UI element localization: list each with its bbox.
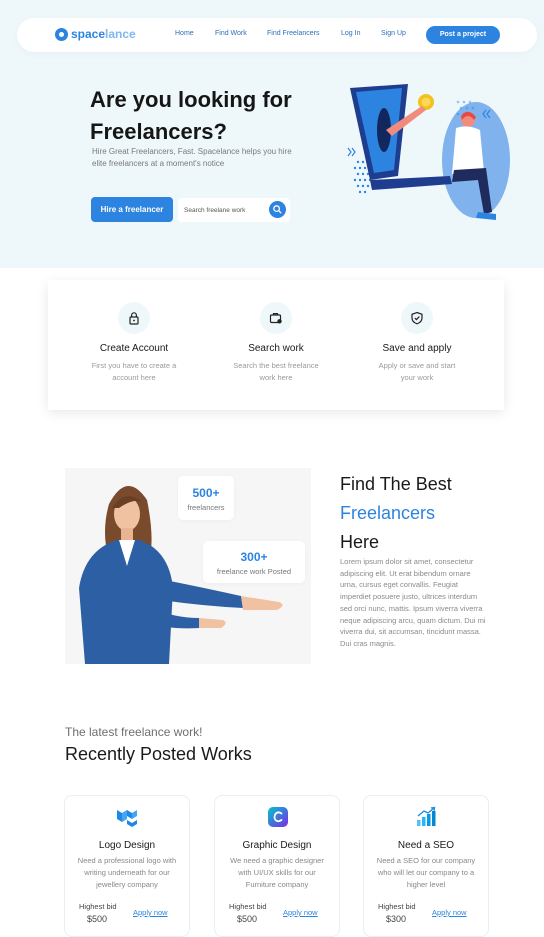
stat-number: 300+: [240, 550, 268, 564]
hire-freelancer-button[interactable]: Hire a freelancer: [91, 197, 173, 222]
briefcase-search-icon: [269, 313, 282, 324]
stat-label: freelancers: [187, 503, 225, 512]
job-card-seo[interactable]: Need a SEO Need a SEO for our company wh…: [363, 795, 489, 937]
bid-label: Highest bid: [378, 902, 416, 911]
step-title: Search work: [248, 343, 304, 354]
shield-check-icon: [411, 311, 423, 325]
nav-find-freelancers-link[interactable]: Find Freelancers: [267, 30, 320, 37]
job-desc: Need a SEO for our company who will let …: [376, 856, 476, 889]
job-card-logo-design[interactable]: Logo Design Need a professional logo wit…: [64, 795, 190, 937]
step-desc: First you have to create a account here: [91, 361, 177, 382]
job-title: Graphic Design: [242, 840, 312, 851]
job-title: Logo Design: [98, 840, 156, 851]
find-heading-line1: Find The Best: [340, 474, 452, 494]
job-card-graphic-design[interactable]: Graphic Design We need a graphic designe…: [214, 795, 340, 937]
hero-title-line1: Are you looking for: [90, 87, 292, 112]
stat-label: freelance work Posted: [216, 567, 292, 576]
nav-signup-link[interactable]: Sign Up: [381, 30, 406, 37]
stat-number: 500+: [192, 486, 220, 500]
step-desc: Apply or save and start your work: [378, 361, 456, 382]
stat-work-posted-card: 300+ freelance work Posted: [203, 541, 305, 583]
find-heading-line2: Freelancers: [340, 503, 436, 523]
step-desc: Search the best freelance work here: [233, 361, 319, 382]
job-desc: Need a professional logo with writing un…: [77, 856, 177, 889]
nav-home-link[interactable]: Home: [175, 30, 194, 37]
step-title: Save and apply: [382, 343, 452, 354]
bid-value: $500: [87, 914, 108, 924]
step-create-account: Create Account First you have to create …: [74, 302, 194, 384]
mui-logo-icon: [117, 810, 137, 827]
apply-now-link[interactable]: Apply now: [432, 908, 467, 917]
step-search-work: Search work Search the best freelance wo…: [216, 302, 336, 384]
search-input[interactable]: [184, 202, 264, 218]
top-nav: space lance Home Find Work Find Freelance…: [17, 18, 537, 52]
stat-freelancers-card: 500+ freelancers: [178, 476, 234, 520]
brand-name-part2: lance: [105, 27, 136, 41]
hero-illustration: [347, 84, 510, 220]
brand-name-part1: space: [71, 27, 106, 41]
step-save-apply: Save and apply Apply or save and start y…: [357, 302, 477, 384]
search-button[interactable]: [269, 201, 286, 218]
nav-login-link[interactable]: Log In: [341, 30, 360, 37]
post-project-button[interactable]: Post a project: [426, 26, 500, 44]
bid-label: Highest bid: [229, 902, 267, 911]
canva-logo-icon: [268, 807, 288, 827]
find-heading-line3: Here: [340, 532, 380, 552]
step-icon-wrap: [118, 302, 150, 334]
find-heading: Find The Best Freelancers Here: [340, 470, 452, 557]
job-title: Need a SEO: [397, 840, 455, 851]
freelancer-photo-panel: 500+ freelancers 300+ freelance work Pos…: [65, 468, 311, 664]
step-title: Create Account: [99, 343, 169, 354]
apply-now-link[interactable]: Apply now: [283, 908, 318, 917]
nav-find-work-link[interactable]: Find Work: [215, 30, 247, 37]
how-it-works-card: Create Account First you have to create …: [48, 280, 504, 410]
brand-logo[interactable]: space lance: [55, 27, 136, 41]
hero-title-line2: Freelancers?: [90, 119, 227, 144]
lock-icon: [129, 312, 139, 325]
latest-title: Recently Posted Works: [65, 744, 252, 764]
step-icon-wrap: [260, 302, 292, 334]
step-icon-wrap: [401, 302, 433, 334]
apply-now-link[interactable]: Apply now: [133, 908, 168, 917]
bid-value: $300: [386, 914, 407, 924]
hero-title: Are you looking for Freelancers?: [90, 84, 320, 148]
bid-label: Highest bid: [79, 902, 117, 911]
job-desc: We need a graphic designer with UI/UX sk…: [230, 856, 324, 889]
search-icon: [273, 205, 282, 214]
latest-eyebrow: The latest freelance work!: [65, 725, 203, 739]
find-body-text: Lorem ipsum dolor sit amet, consectetur …: [340, 557, 486, 648]
logo-mark-icon: [55, 27, 68, 41]
bid-value: $500: [237, 914, 258, 924]
hero-section: space lance Home Find Work Find Freelance…: [0, 0, 544, 268]
search-box: [178, 198, 290, 222]
seo-chart-icon: [417, 806, 436, 826]
hero-subtitle: Hire Great Freelancers, Fast. Spacelance…: [92, 147, 292, 168]
